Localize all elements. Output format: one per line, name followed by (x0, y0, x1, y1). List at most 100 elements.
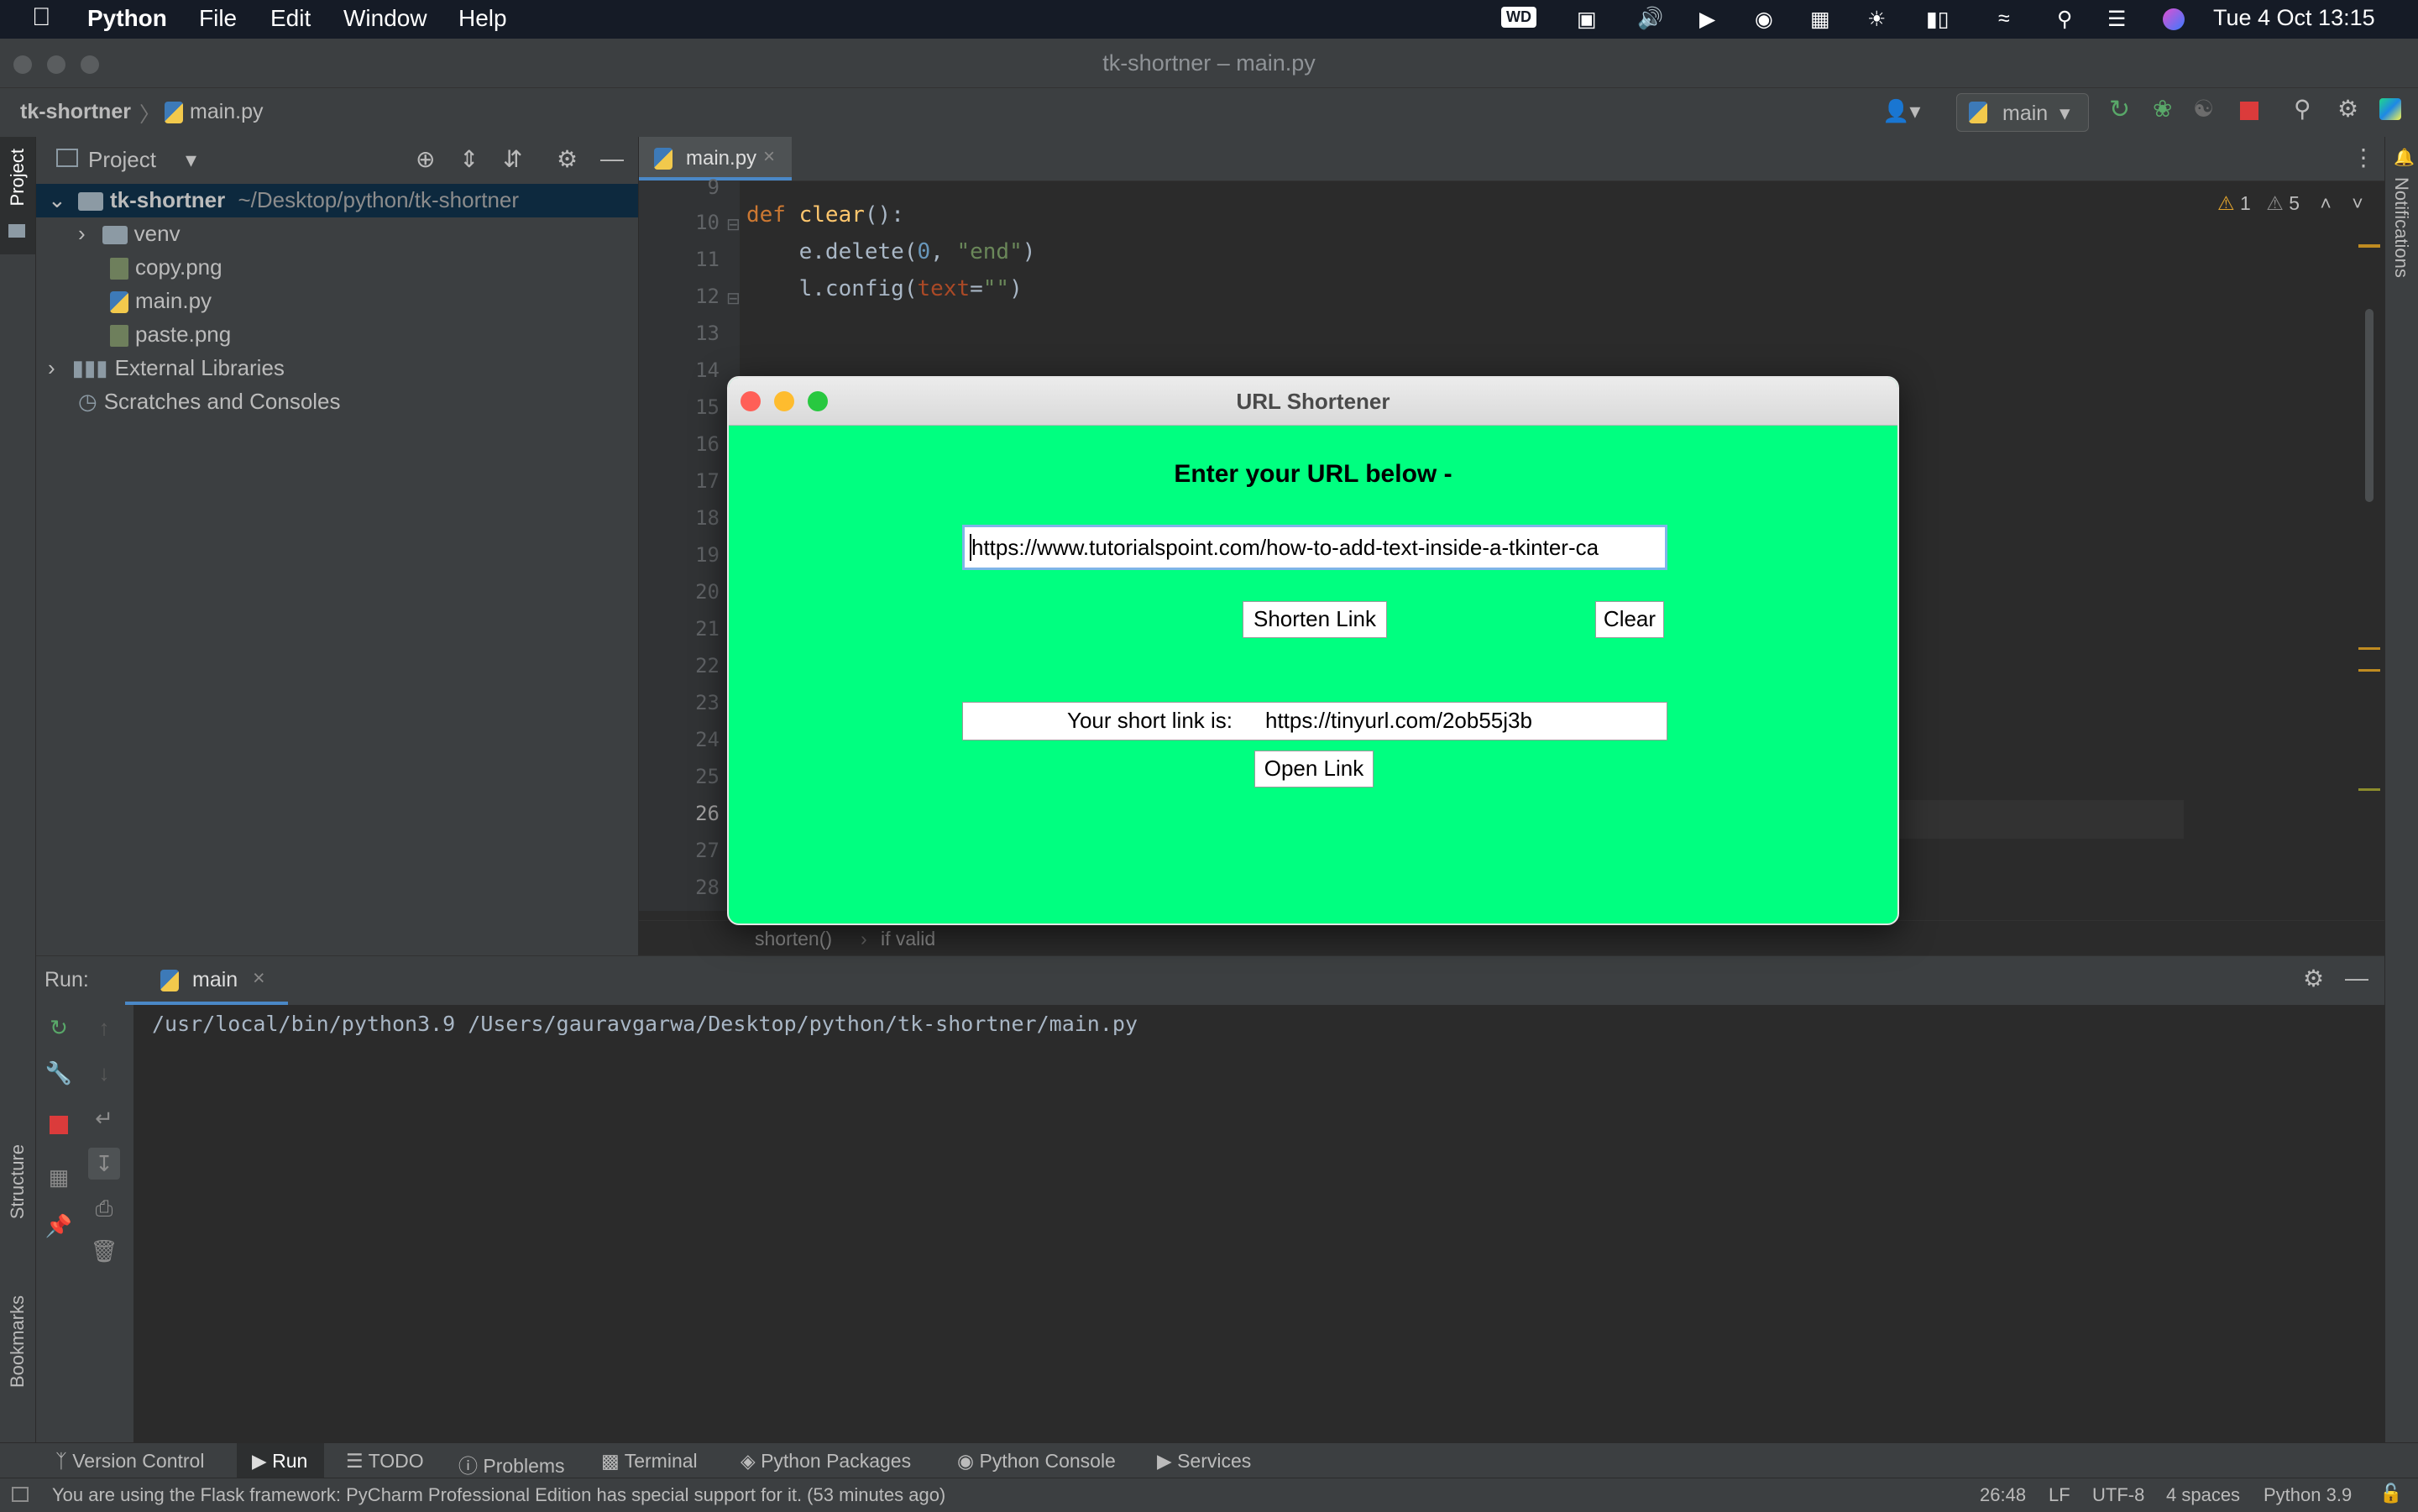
siri-icon[interactable] (2163, 8, 2185, 30)
code-line-10[interactable]: e.delete(0, "end") (746, 239, 1036, 264)
python-interpreter[interactable]: Python 3.9 (2264, 1484, 2352, 1506)
console-output[interactable]: /usr/local/bin/python3.9 /Users/gauravga… (152, 1012, 1138, 1036)
error-stripe-marker[interactable] (2358, 244, 2380, 248)
more-options-icon[interactable]: ⋮ (2352, 144, 2375, 171)
tree-item-external-libraries[interactable]: › ▮▮▮ External Libraries (48, 355, 285, 381)
volume-icon[interactable]: 🔊 (1637, 7, 1663, 31)
tab-main-py[interactable]: main.py × (639, 137, 792, 180)
chevron-down-icon[interactable]: ▾ (186, 147, 196, 173)
debug-icon[interactable]: ❀ (2153, 95, 2172, 123)
project-stripe-button[interactable]: Project (0, 137, 35, 254)
tab-python-packages[interactable]: ◈ Python Packages (741, 1450, 911, 1473)
chevron-right-icon[interactable]: › (78, 221, 86, 246)
tab-terminal[interactable]: ▩ Terminal (601, 1450, 698, 1473)
collapse-all-icon[interactable]: ⇵ (503, 145, 522, 173)
url-input[interactable]: https://www.tutorialspoint.com/how-to-ad… (962, 525, 1667, 570)
tk-title-bar[interactable]: URL Shortener (729, 378, 1897, 426)
apple-icon[interactable]:  (32, 3, 51, 32)
fold-icon[interactable]: ⊟ (726, 214, 741, 235)
close-tab-icon[interactable]: × (763, 145, 775, 169)
notifications-stripe-button[interactable]: 🔔 Notifications (2385, 147, 2418, 298)
tree-item-main-py[interactable]: main.py (110, 288, 212, 314)
error-stripe-marker[interactable] (2358, 669, 2380, 672)
chevron-down-icon[interactable]: ⌄ (48, 187, 66, 213)
bookmarks-stripe-button[interactable]: Bookmarks (0, 1295, 35, 1430)
wrench-icon[interactable]: 🔧 (45, 1060, 72, 1086)
menu-help[interactable]: Help (458, 5, 507, 32)
settings-gear-icon[interactable]: ⚙ (2337, 95, 2358, 123)
search-everywhere-icon[interactable]: ⚲ (2294, 95, 2311, 123)
battery-icon[interactable]: ▮▯ (1926, 7, 1950, 32)
menu-file[interactable]: File (199, 5, 237, 32)
panel-settings-gear-icon[interactable]: ⚙ (557, 145, 578, 173)
hide-panel-icon[interactable]: — (2345, 965, 2368, 991)
hide-panel-icon[interactable]: — (600, 145, 624, 172)
status-message[interactable]: You are using the Flask framework: PyCha… (52, 1484, 945, 1506)
stop-icon[interactable] (2240, 102, 2258, 120)
tree-item-scratches[interactable]: ◷ Scratches and Consoles (78, 389, 341, 415)
run-tab-main[interactable]: main × (125, 956, 288, 1005)
down-arrow-icon[interactable]: ↓ (92, 1060, 117, 1086)
error-stripe-marker[interactable] (2358, 647, 2380, 650)
rerun-icon[interactable]: ↻ (2109, 95, 2130, 124)
tab-problems[interactable]: ⓘ Problems (458, 1450, 565, 1478)
fold-icon[interactable]: ⊟ (726, 288, 741, 309)
tree-item-copy-png[interactable]: copy.png (110, 254, 222, 280)
shorten-link-button[interactable]: Shorten Link (1243, 601, 1387, 638)
scroll-to-end-icon[interactable]: ↧ (88, 1148, 120, 1180)
tab-services[interactable]: ▶ Services (1157, 1450, 1251, 1473)
rerun-icon[interactable]: ↻ (46, 1015, 71, 1040)
next-highlight-icon[interactable]: ˅ (2352, 192, 2363, 214)
print-icon[interactable]: ⎙ (92, 1195, 117, 1222)
layout-icon[interactable]: ▦ (46, 1164, 71, 1190)
clock[interactable]: Tue 4 Oct 13:15 (2213, 5, 2375, 31)
breadcrumb-function[interactable]: shorten() (755, 928, 832, 950)
menu-edit[interactable]: Edit (270, 5, 311, 32)
wifi-icon[interactable]: ≈ (1998, 7, 2010, 31)
menu-app-name[interactable]: Python (87, 5, 167, 32)
tab-todo[interactable]: ☰ TODO (346, 1450, 424, 1473)
profile-icon[interactable]: ☯ (2193, 95, 2214, 123)
previous-highlight-icon[interactable]: ˄ (2320, 192, 2331, 214)
indent-setting[interactable]: 4 spaces (2166, 1484, 2240, 1506)
tab-run[interactable]: ▶ Run (237, 1443, 324, 1478)
control-center-icon[interactable]: ☰ (2107, 7, 2126, 32)
vcs-user-icon[interactable]: 👤▾ (1882, 98, 1920, 124)
user-icon[interactable]: ◉ (1755, 7, 1773, 32)
display-icon[interactable]: ▣ (1577, 7, 1597, 32)
editor-scrollbar[interactable] (2365, 309, 2374, 502)
chevron-right-icon[interactable]: › (48, 355, 55, 380)
code-line-9[interactable]: def clear(): (746, 202, 904, 228)
code-line-11[interactable]: l.config(text="") (746, 276, 1023, 301)
tree-item-root[interactable]: ⌄ tk-shortner ~/Desktop/python/tk-shortn… (36, 184, 638, 217)
structure-stripe-button[interactable]: Structure (0, 1144, 35, 1245)
expand-all-icon[interactable]: ⇕ (459, 145, 479, 173)
project-panel-title[interactable]: Project (88, 147, 156, 173)
jetbrains-logo-icon[interactable] (2379, 98, 2401, 120)
menu-window[interactable]: Window (343, 5, 427, 32)
file-encoding[interactable]: UTF-8 (2092, 1484, 2144, 1506)
locate-file-icon[interactable]: ⊕ (416, 145, 435, 173)
breadcrumb-project[interactable]: tk-shortner (20, 100, 131, 124)
up-arrow-icon[interactable]: ↑ (92, 1015, 117, 1040)
brightness-icon[interactable]: ☀ (1867, 7, 1886, 32)
tab-python-console[interactable]: ◉ Python Console (957, 1450, 1116, 1473)
breadcrumb-file[interactable]: main.py (165, 100, 264, 124)
soft-wrap-icon[interactable]: ↵ (92, 1106, 117, 1131)
trash-icon[interactable]: 🗑 (91, 1238, 118, 1263)
open-link-button[interactable]: Open Link (1254, 751, 1374, 787)
run-config-selector[interactable]: main ▾ (1956, 93, 2089, 132)
tab-version-control[interactable]: ᛉ Version Control (55, 1450, 204, 1473)
error-stripe-marker[interactable] (2358, 788, 2380, 791)
stop-icon[interactable] (50, 1116, 68, 1134)
close-tab-icon[interactable]: × (253, 966, 265, 991)
play-icon[interactable]: ▶ (1699, 7, 1715, 32)
tree-item-paste-png[interactable]: paste.png (110, 322, 231, 348)
clear-button[interactable]: Clear (1595, 601, 1664, 638)
inspection-widget[interactable]: ⚠ 1 ⚠ 5 ˄ ˅ (2217, 192, 2363, 215)
run-settings-gear-icon[interactable]: ⚙ (2303, 965, 2324, 992)
line-separator[interactable]: LF (2049, 1484, 2070, 1506)
pin-icon[interactable]: 📌 (45, 1213, 72, 1238)
breadcrumb-block[interactable]: if valid (881, 928, 935, 950)
tree-item-venv[interactable]: › venv (78, 221, 181, 247)
